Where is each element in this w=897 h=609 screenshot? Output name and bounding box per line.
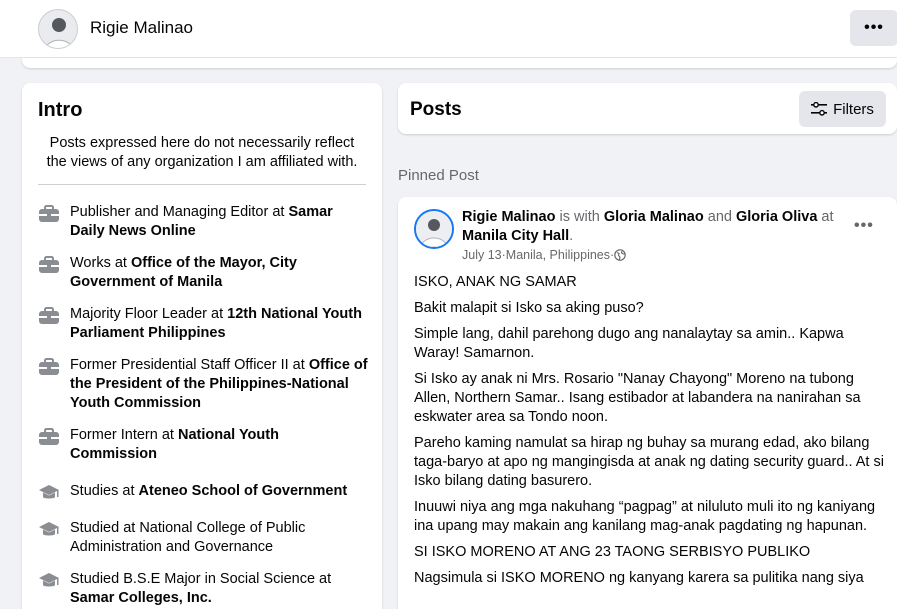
post-paragraph: Simple lang, dahil parehong dugo ang nan… — [414, 326, 844, 361]
intro-item-work[interactable]: Publisher and Managing Editor at Samar D… — [38, 203, 368, 241]
intro-item-prefix: Former Intern at — [70, 427, 178, 443]
tagged-person-link[interactable]: Gloria Malinao — [604, 209, 704, 225]
post-paragraph: Pareho kaming namulat sa hirap ng buhay … — [414, 435, 884, 489]
avatar[interactable] — [414, 209, 454, 249]
post-paragraph: Si Isko ay anak ni Mrs. Rosario "Nanay C… — [414, 371, 861, 425]
intro-bio: Posts expressed here do not necessarily … — [46, 135, 358, 170]
intro-item-prefix: Works at — [70, 255, 131, 271]
intro-item-work[interactable]: Former Intern at National Youth Commissi… — [38, 426, 368, 464]
intro-item-prefix: Studied at National College of Public Ad… — [70, 520, 306, 555]
pinned-post-card: Rigie Malinao is with Gloria Malinao and… — [398, 197, 897, 609]
post-paragraph: SI ISKO MORENO AT ANG 23 TAONG SERBISYO … — [414, 544, 811, 560]
globe-icon[interactable] — [614, 249, 626, 261]
intro-item-work[interactable]: Works at Office of the Mayor, City Gover… — [38, 254, 368, 292]
post-at-text: at — [817, 209, 834, 225]
intro-item-prefix: Studies at — [70, 483, 139, 499]
post-with-text: is with — [555, 209, 604, 225]
filters-icon — [811, 102, 828, 116]
intro-item-prefix: Former Presidential Staff Officer II at — [70, 357, 309, 373]
briefcase-icon — [38, 306, 60, 326]
avatar-photo-icon — [39, 10, 77, 48]
intro-item-text: Publisher and Managing Editor at Samar D… — [70, 203, 368, 241]
intro-item-text: Former Presidential Staff Officer II at … — [70, 356, 368, 413]
intro-item-text: Studies at Ateneo School of Government — [70, 482, 347, 501]
graduation-cap-icon — [38, 520, 60, 540]
intro-item-education[interactable]: Studied at National College of Public Ad… — [38, 519, 368, 557]
tagged-person-link[interactable]: Gloria Oliva — [736, 209, 817, 225]
intro-item-prefix: Publisher and Managing Editor at — [70, 204, 289, 220]
avatar-photo-icon — [416, 211, 452, 247]
intro-item-text: Majority Floor Leader at 12th National Y… — [70, 305, 368, 343]
avatar[interactable] — [38, 9, 78, 49]
graduation-cap-icon — [38, 483, 60, 503]
post-author-link[interactable]: Rigie Malinao — [462, 209, 555, 225]
intro-item-work[interactable]: Former Presidential Staff Officer II at … — [38, 356, 368, 413]
post-paragraph: ISKO, ANAK NG SAMAR — [414, 274, 577, 290]
more-options-button[interactable]: ••• — [850, 10, 897, 46]
intro-divider — [38, 184, 366, 185]
post-paragraph: Inuuwi niya ang mga nakuhang “pagpag” at… — [414, 499, 876, 534]
briefcase-icon — [38, 427, 60, 447]
post-period: . — [569, 228, 574, 244]
graduation-cap-icon — [38, 571, 60, 591]
briefcase-icon — [38, 204, 60, 224]
profile-topbar: Rigie Malinao ••• — [0, 0, 897, 58]
post-paragraph: Nagsimula si ISKO MORENO ng kanyang kare… — [414, 570, 864, 586]
intro-item-org-link[interactable]: Ateneo School of Government — [139, 483, 348, 499]
post-body: ISKO, ANAK NG SAMAR Bakit malapit si Isk… — [414, 273, 886, 595]
profile-name[interactable]: Rigie Malinao — [90, 18, 193, 38]
posts-title: Posts — [410, 99, 462, 120]
intro-item-prefix: Majority Floor Leader at — [70, 306, 228, 322]
intro-title: Intro — [38, 99, 83, 121]
post-header: Rigie Malinao is with Gloria Malinao and… — [462, 208, 852, 246]
intro-item-text: Studied B.S.E Major in Social Science at… — [70, 570, 368, 608]
intro-item-org-link[interactable]: Samar Colleges, Inc. — [70, 590, 212, 606]
post-more-options-button[interactable]: ••• — [854, 217, 874, 235]
intro-item-education[interactable]: Studied B.S.E Major in Social Science at… — [38, 570, 368, 608]
post-place-link[interactable]: Manila City Hall — [462, 228, 569, 244]
profile-nav-strip — [22, 58, 897, 68]
intro-item-education[interactable]: Studies at Ateneo School of Government — [38, 482, 368, 503]
filters-button[interactable]: Filters — [799, 91, 886, 127]
intro-item-prefix: Studied B.S.E Major in Social Science at — [70, 571, 332, 587]
post-meta: July 13 · Manila, Philippines · — [462, 248, 626, 262]
briefcase-icon — [38, 357, 60, 377]
intro-item-text: Works at Office of the Mayor, City Gover… — [70, 254, 368, 292]
post-location: Manila, Philippines — [505, 248, 611, 262]
intro-card: Intro Posts expressed here do not necess… — [22, 83, 382, 609]
posts-header-card: Posts Filters — [398, 83, 897, 134]
post-paragraph: Bakit malapit si Isko sa aking puso? — [414, 300, 644, 316]
post-date-link[interactable]: July 13 — [462, 248, 502, 262]
briefcase-icon — [38, 255, 60, 275]
intro-item-text: Studied at National College of Public Ad… — [70, 519, 368, 557]
intro-item-text: Former Intern at National Youth Commissi… — [70, 426, 368, 464]
intro-item-work[interactable]: Majority Floor Leader at 12th National Y… — [38, 305, 368, 343]
filters-label: Filters — [833, 100, 874, 118]
post-and-text: and — [703, 209, 736, 225]
pinned-post-label: Pinned Post — [398, 167, 479, 184]
